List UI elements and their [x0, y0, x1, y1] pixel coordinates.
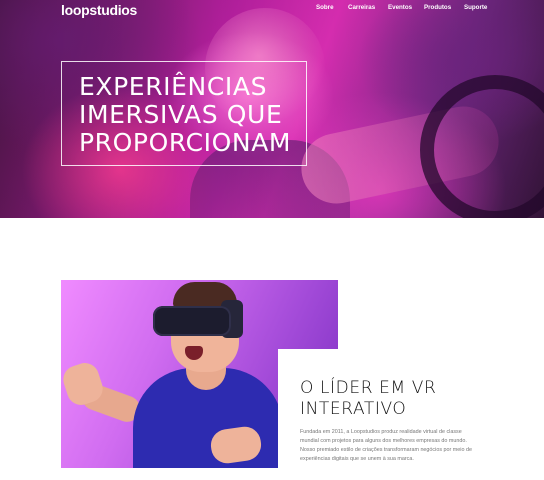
- hero-headline-line: PROPORCIONAM: [79, 128, 292, 157]
- main-nav: Sobre Carreiras Eventos Produtos Suporte: [0, 4, 544, 16]
- hero-headline-line: IMERSIVAS QUE: [79, 100, 283, 129]
- about-title-line: O LÍDER EM VR: [300, 378, 437, 398]
- about-text-line: mundial com projetos para alguns dos mel…: [300, 438, 467, 444]
- about-text-line: Nosso premiado estilo de criações transf…: [300, 447, 472, 453]
- about-text-line: Fundada em 2011, a Loopstudios produz re…: [300, 429, 462, 435]
- nav-link-carreiras[interactable]: Carreiras: [348, 4, 375, 11]
- about-description: Fundada em 2011, a Loopstudios produz re…: [300, 428, 500, 464]
- hero-headline: EXPERIÊNCIAS IMERSIVAS QUE PROPORCIONAM: [79, 73, 291, 157]
- about-title-line: INTERATIVO: [300, 399, 407, 419]
- hero-section: loopstudios Sobre Carreiras Eventos Prod…: [0, 0, 544, 218]
- about-text-line: experiências digitais que se unem à sua …: [300, 456, 414, 462]
- vr-headset-icon: [153, 306, 231, 336]
- about-title: O LÍDER EM VR INTERATIVO: [300, 378, 436, 420]
- nav-link-produtos[interactable]: Produtos: [424, 4, 451, 11]
- hero-headline-line: EXPERIÊNCIAS: [79, 72, 268, 101]
- nav-link-eventos[interactable]: Eventos: [388, 4, 412, 11]
- nav-link-sobre[interactable]: Sobre: [316, 4, 334, 11]
- nav-link-suporte[interactable]: Suporte: [464, 4, 487, 11]
